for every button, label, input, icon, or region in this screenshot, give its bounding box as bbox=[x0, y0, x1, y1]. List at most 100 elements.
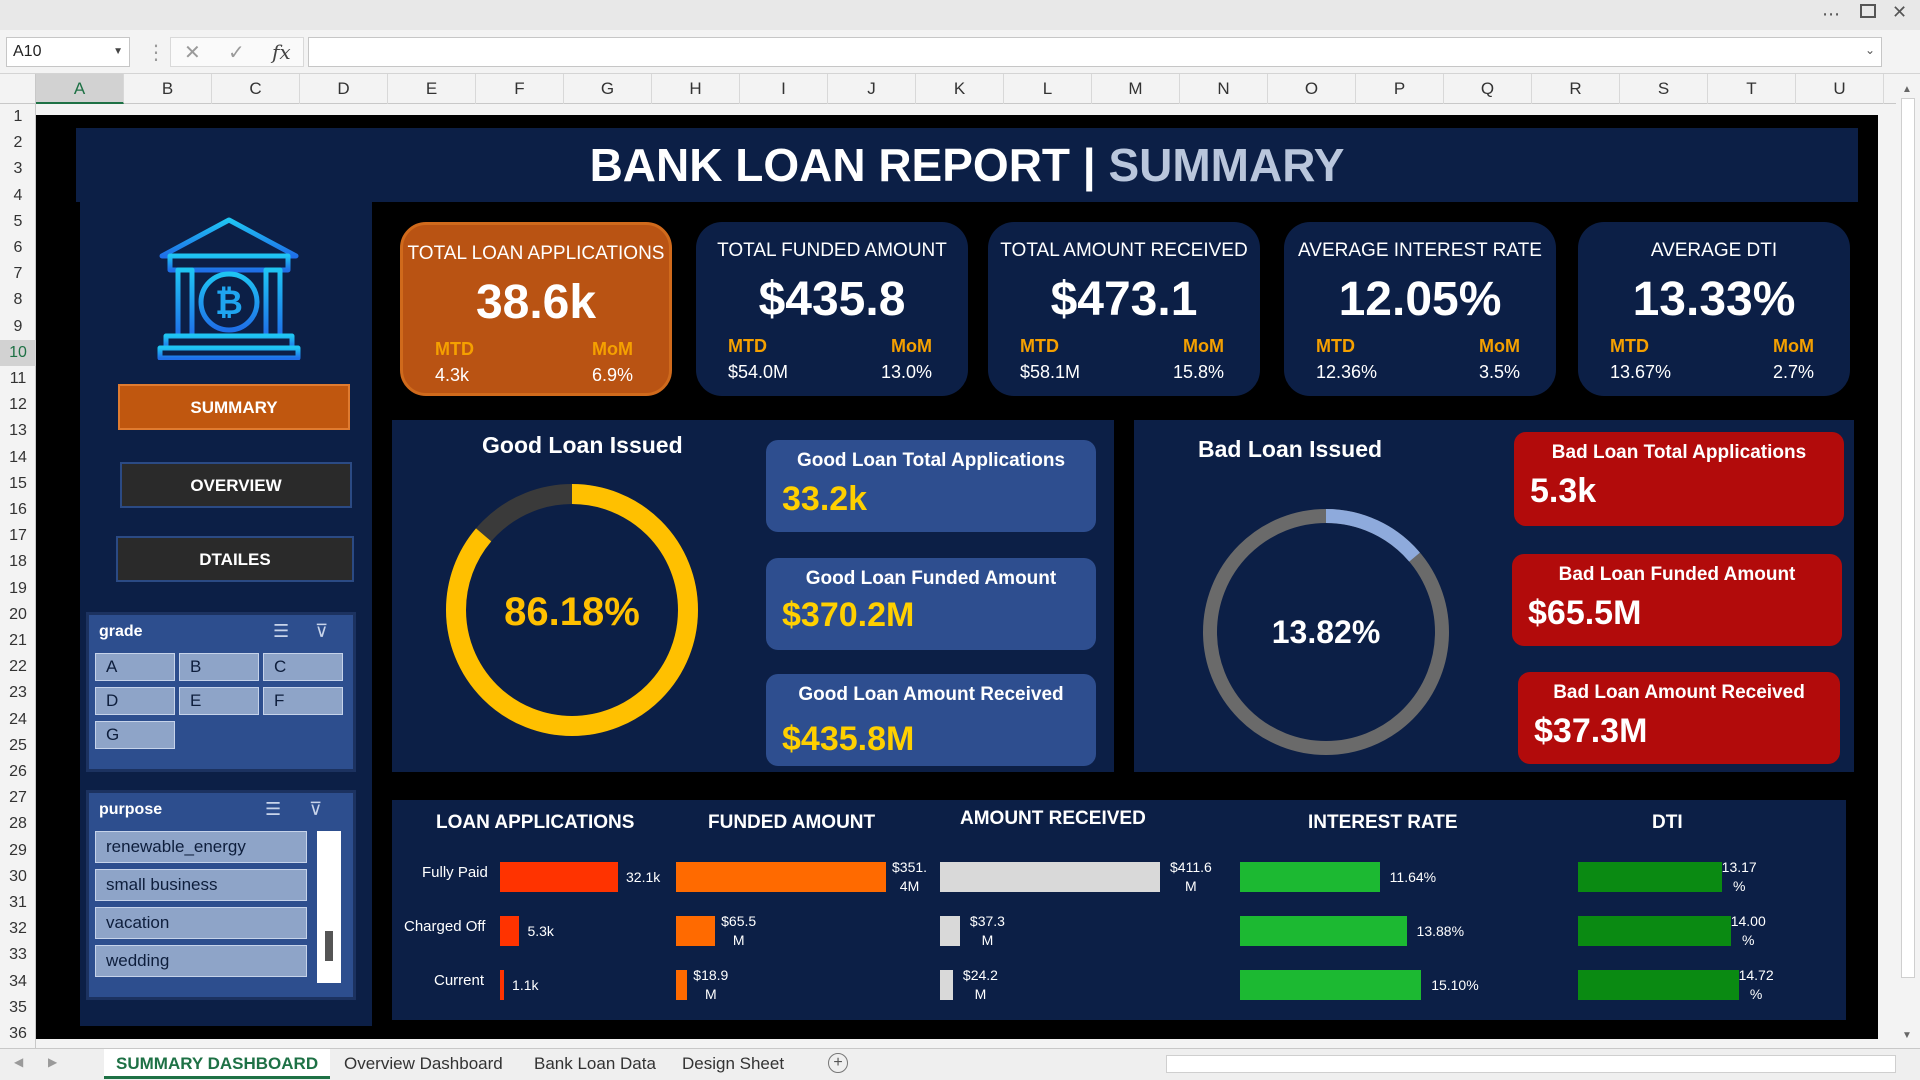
slicer-scrollbar[interactable] bbox=[317, 831, 341, 983]
row-header[interactable]: 27 bbox=[0, 785, 36, 811]
restore-ribbon-icon[interactable] bbox=[1860, 4, 1876, 18]
enter-check-icon[interactable]: ✓ bbox=[228, 40, 245, 65]
clear-filter-icon[interactable]: ⊽ bbox=[309, 799, 322, 820]
row-header[interactable]: 3 bbox=[0, 156, 36, 182]
tab-scroll-left-icon[interactable]: ◀ bbox=[14, 1055, 23, 1069]
row-header[interactable]: 30 bbox=[0, 864, 36, 890]
sheet-tab[interactable]: Design Sheet bbox=[670, 1049, 796, 1079]
add-sheet-icon[interactable]: + bbox=[828, 1053, 848, 1073]
column-header[interactable]: K bbox=[916, 74, 1004, 104]
column-header[interactable]: I bbox=[740, 74, 828, 104]
insert-function-icon[interactable]: fx bbox=[272, 40, 291, 64]
column-header[interactable]: A bbox=[36, 74, 124, 104]
row-header[interactable]: 35 bbox=[0, 995, 36, 1021]
row-header[interactable]: 31 bbox=[0, 890, 36, 916]
column-header[interactable]: D bbox=[300, 74, 388, 104]
row-header[interactable]: 15 bbox=[0, 471, 36, 497]
slicer-grade-item[interactable]: A bbox=[95, 653, 175, 681]
vertical-scrollbar[interactable]: ▲ ▼ bbox=[1896, 80, 1920, 1048]
slicer-grade-item[interactable]: F bbox=[263, 687, 343, 715]
row-header[interactable]: 4 bbox=[0, 183, 36, 209]
column-header[interactable]: F bbox=[476, 74, 564, 104]
scroll-up-icon[interactable]: ▲ bbox=[1902, 84, 1912, 95]
column-header[interactable]: U bbox=[1796, 74, 1884, 104]
slicer-grade-item[interactable]: E bbox=[179, 687, 259, 715]
row-header[interactable]: 36 bbox=[0, 1021, 36, 1047]
row-header[interactable]: 14 bbox=[0, 445, 36, 471]
column-header[interactable]: N bbox=[1180, 74, 1268, 104]
multi-select-icon[interactable]: ☰ bbox=[273, 621, 289, 642]
slicer-grade-item[interactable]: D bbox=[95, 687, 175, 715]
horizontal-scrollbar[interactable] bbox=[1166, 1055, 1896, 1073]
formula-input[interactable]: ⌄ bbox=[308, 37, 1882, 67]
chevron-down-icon[interactable]: ▼ bbox=[113, 38, 123, 66]
column-header[interactable]: B bbox=[124, 74, 212, 104]
slicer-purpose-item[interactable]: small business bbox=[95, 869, 307, 901]
column-header[interactable]: C bbox=[212, 74, 300, 104]
slicer-grade-item[interactable]: C bbox=[263, 653, 343, 681]
slicer-scroll-thumb[interactable] bbox=[325, 931, 333, 961]
row-header[interactable]: 6 bbox=[0, 235, 36, 261]
column-header[interactable]: T bbox=[1708, 74, 1796, 104]
row-header[interactable]: 21 bbox=[0, 628, 36, 654]
row-header[interactable]: 26 bbox=[0, 759, 36, 785]
sheet-tab[interactable]: Overview Dashboard bbox=[332, 1049, 515, 1079]
slicer-purpose-item[interactable]: renewable_energy bbox=[95, 831, 307, 863]
scroll-down-icon[interactable]: ▼ bbox=[1902, 1030, 1912, 1041]
nav-details-button[interactable]: DTAILES bbox=[116, 536, 354, 582]
select-all-corner[interactable] bbox=[0, 74, 36, 104]
sheet-tab[interactable]: Bank Loan Data bbox=[522, 1049, 668, 1079]
column-header[interactable]: L bbox=[1004, 74, 1092, 104]
nav-overview-button[interactable]: OVERVIEW bbox=[120, 462, 352, 508]
sheet-tab[interactable]: SUMMARY DASHBOARD bbox=[104, 1049, 331, 1079]
column-header[interactable]: R bbox=[1532, 74, 1620, 104]
expand-formula-icon[interactable]: ⌄ bbox=[1865, 43, 1875, 57]
row-header[interactable]: 13 bbox=[0, 418, 36, 444]
clear-filter-icon[interactable]: ⊽ bbox=[315, 621, 328, 642]
row-header[interactable]: 29 bbox=[0, 838, 36, 864]
close-icon[interactable]: ✕ bbox=[1892, 2, 1907, 23]
column-header[interactable]: P bbox=[1356, 74, 1444, 104]
slicer-purpose-item[interactable]: wedding bbox=[95, 945, 307, 977]
cancel-icon[interactable]: ✕ bbox=[184, 40, 201, 65]
row-header[interactable]: 7 bbox=[0, 261, 36, 287]
name-box[interactable]: A10 ▼ bbox=[6, 37, 130, 67]
row-header[interactable]: 25 bbox=[0, 733, 36, 759]
slicer-purpose-item[interactable]: vacation bbox=[95, 907, 307, 939]
row-header[interactable]: 22 bbox=[0, 654, 36, 680]
slicer-grade-item[interactable]: G bbox=[95, 721, 175, 749]
column-header[interactable]: Q bbox=[1444, 74, 1532, 104]
more-options-icon[interactable]: ⋯ bbox=[1822, 4, 1840, 25]
scroll-thumb[interactable] bbox=[1901, 98, 1915, 978]
row-header[interactable]: 11 bbox=[0, 366, 36, 392]
column-header[interactable]: M bbox=[1092, 74, 1180, 104]
multi-select-icon[interactable]: ☰ bbox=[265, 799, 281, 820]
row-header[interactable]: 1 bbox=[0, 104, 36, 130]
column-header[interactable]: H bbox=[652, 74, 740, 104]
row-header[interactable]: 9 bbox=[0, 314, 36, 340]
column-header[interactable]: S bbox=[1620, 74, 1708, 104]
nav-summary-button[interactable]: SUMMARY bbox=[118, 384, 350, 430]
row-header[interactable]: 20 bbox=[0, 602, 36, 628]
row-header[interactable]: 17 bbox=[0, 523, 36, 549]
row-header[interactable]: 32 bbox=[0, 916, 36, 942]
column-header[interactable]: G bbox=[564, 74, 652, 104]
row-header[interactable]: 12 bbox=[0, 392, 36, 418]
row-header[interactable]: 23 bbox=[0, 680, 36, 706]
column-header[interactable]: E bbox=[388, 74, 476, 104]
row-header[interactable]: 19 bbox=[0, 576, 36, 602]
slicer-grade-item[interactable]: B bbox=[179, 653, 259, 681]
row-header[interactable]: 24 bbox=[0, 707, 36, 733]
column-header[interactable]: J bbox=[828, 74, 916, 104]
row-header[interactable]: 18 bbox=[0, 549, 36, 575]
row-header[interactable]: 34 bbox=[0, 969, 36, 995]
column-header[interactable]: O bbox=[1268, 74, 1356, 104]
row-header[interactable]: 16 bbox=[0, 497, 36, 523]
tab-scroll-right-icon[interactable]: ▶ bbox=[48, 1055, 57, 1069]
row-header[interactable]: 28 bbox=[0, 811, 36, 837]
row-header[interactable]: 5 bbox=[0, 209, 36, 235]
row-header[interactable]: 8 bbox=[0, 287, 36, 313]
row-header[interactable]: 10 bbox=[0, 339, 36, 366]
row-header[interactable]: 33 bbox=[0, 942, 36, 968]
row-header[interactable]: 2 bbox=[0, 130, 36, 156]
